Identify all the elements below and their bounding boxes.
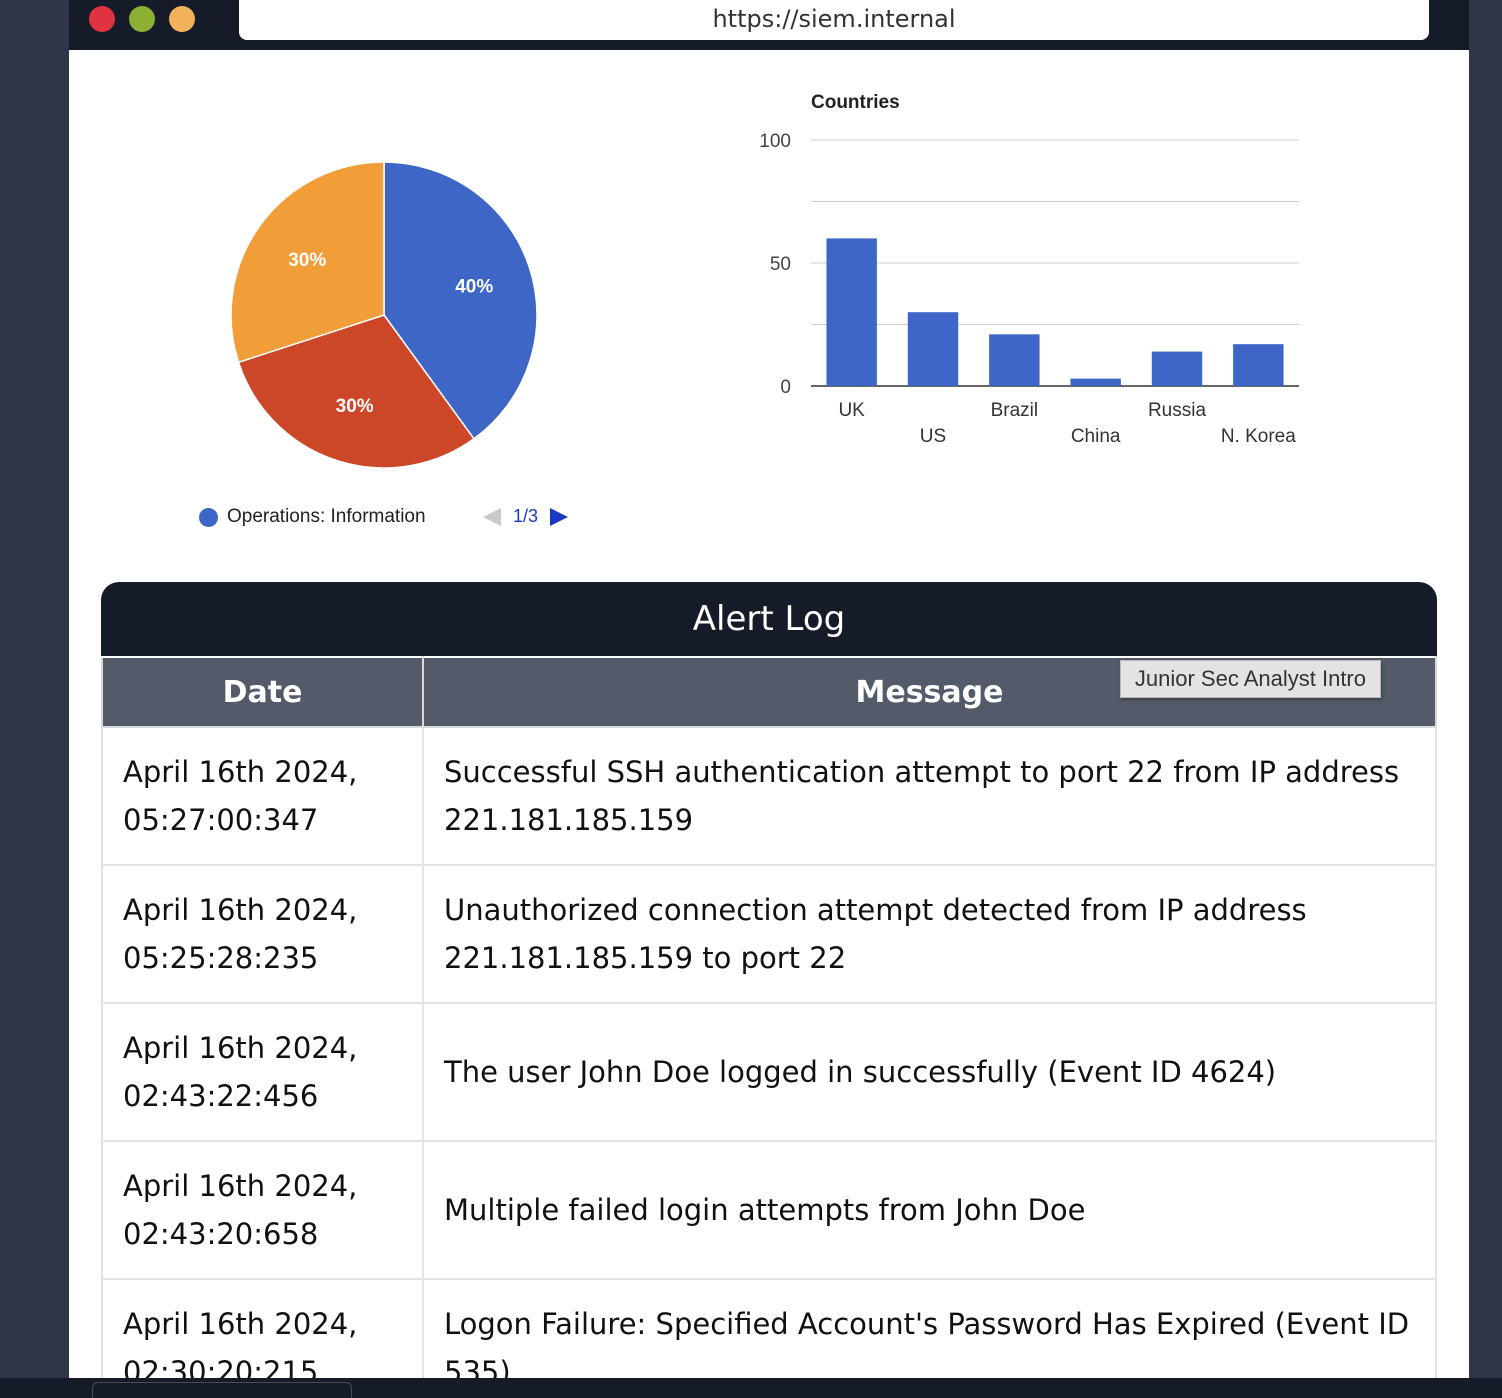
y-tick-label: 0: [780, 377, 791, 398]
chart-title: Countries: [811, 92, 900, 113]
pager-label: 1/3: [513, 506, 539, 526]
address-bar[interactable]: https://siem.internal: [239, 0, 1429, 40]
row-date: April 16th 2024, 05:25:28:235: [101, 864, 424, 1004]
date-column-header[interactable]: Date: [101, 656, 424, 728]
legend-pager: 1/3: [483, 506, 569, 527]
x-tick-label: China: [1071, 426, 1121, 447]
x-tick-label: UK: [838, 400, 865, 421]
table-row[interactable]: April 16th 2024, 05:27:00:347 Successful…: [101, 726, 1437, 866]
page-content: 40% 30% 30% Operations: Information 1/3 Co…: [69, 50, 1469, 1378]
bottom-tab[interactable]: [92, 1382, 352, 1398]
row-message: Successful SSH authentication attempt to…: [422, 726, 1437, 866]
row-message: Unauthorized connection attempt detected…: [422, 864, 1437, 1004]
table-row[interactable]: April 16th 2024, 02:43:20:658 Multiple f…: [101, 1140, 1437, 1280]
legend-label: Operations: Information: [227, 506, 426, 527]
alert-log-table: Date Message April 16th 2024, 05:27:00:3…: [101, 656, 1437, 1378]
pie-slice-label: 30%: [336, 396, 374, 417]
bar[interactable]: [1233, 344, 1284, 386]
pager-next-icon[interactable]: [550, 507, 569, 526]
bar[interactable]: [989, 334, 1040, 386]
table-row[interactable]: April 16th 2024, 05:25:28:235 Unauthoriz…: [101, 864, 1437, 1004]
y-tick-label: 50: [770, 254, 791, 275]
pager-prev-icon[interactable]: [483, 507, 501, 526]
bar[interactable]: [907, 312, 959, 386]
bar-chart: Countries 0 50 100 UK US Brazil China Russia N. K…: [729, 84, 1329, 468]
maximize-window-icon[interactable]: [129, 6, 155, 32]
row-message: The user John Doe logged in successfully…: [422, 1002, 1437, 1142]
x-tick-label: Brazil: [991, 400, 1039, 421]
x-tick-label: N. Korea: [1221, 426, 1296, 447]
bar[interactable]: [1151, 351, 1203, 386]
alert-log-panel: Alert Log Date Message April 16th 2024, …: [101, 582, 1437, 1378]
row-message: Multiple failed login attempts from John…: [422, 1140, 1437, 1280]
minimize-window-icon[interactable]: [169, 6, 195, 32]
pie-slice-label: 30%: [288, 250, 326, 271]
row-date: April 16th 2024, 02:30:20:215: [101, 1278, 424, 1378]
bar[interactable]: [1070, 378, 1121, 386]
y-tick-label: 100: [759, 131, 791, 152]
pie-legend: Operations: Information: [199, 506, 426, 528]
row-message: Logon Failure: Specified Account's Passw…: [422, 1278, 1437, 1378]
pie-chart: 40% 30% 30%: [229, 160, 539, 474]
legend-color-swatch: [199, 507, 218, 527]
pie-slice-label: 40%: [455, 277, 493, 298]
row-date: April 16th 2024, 05:27:00:347: [101, 726, 424, 866]
row-date: April 16th 2024, 02:43:22:456: [101, 1002, 424, 1142]
x-tick-label: Russia: [1148, 400, 1207, 421]
tooltip: Junior Sec Analyst Intro: [1119, 660, 1381, 698]
table-row[interactable]: April 16th 2024, 02:30:20:215 Logon Fail…: [101, 1278, 1437, 1378]
close-window-icon[interactable]: [89, 6, 115, 32]
x-tick-label: US: [920, 426, 946, 447]
row-date: April 16th 2024, 02:43:20:658: [101, 1140, 424, 1280]
browser-titlebar: https://siem.internal: [69, 0, 1469, 50]
table-row[interactable]: April 16th 2024, 02:43:22:456 The user J…: [101, 1002, 1437, 1142]
alert-log-title: Alert Log: [101, 582, 1437, 656]
bar[interactable]: [826, 238, 877, 386]
